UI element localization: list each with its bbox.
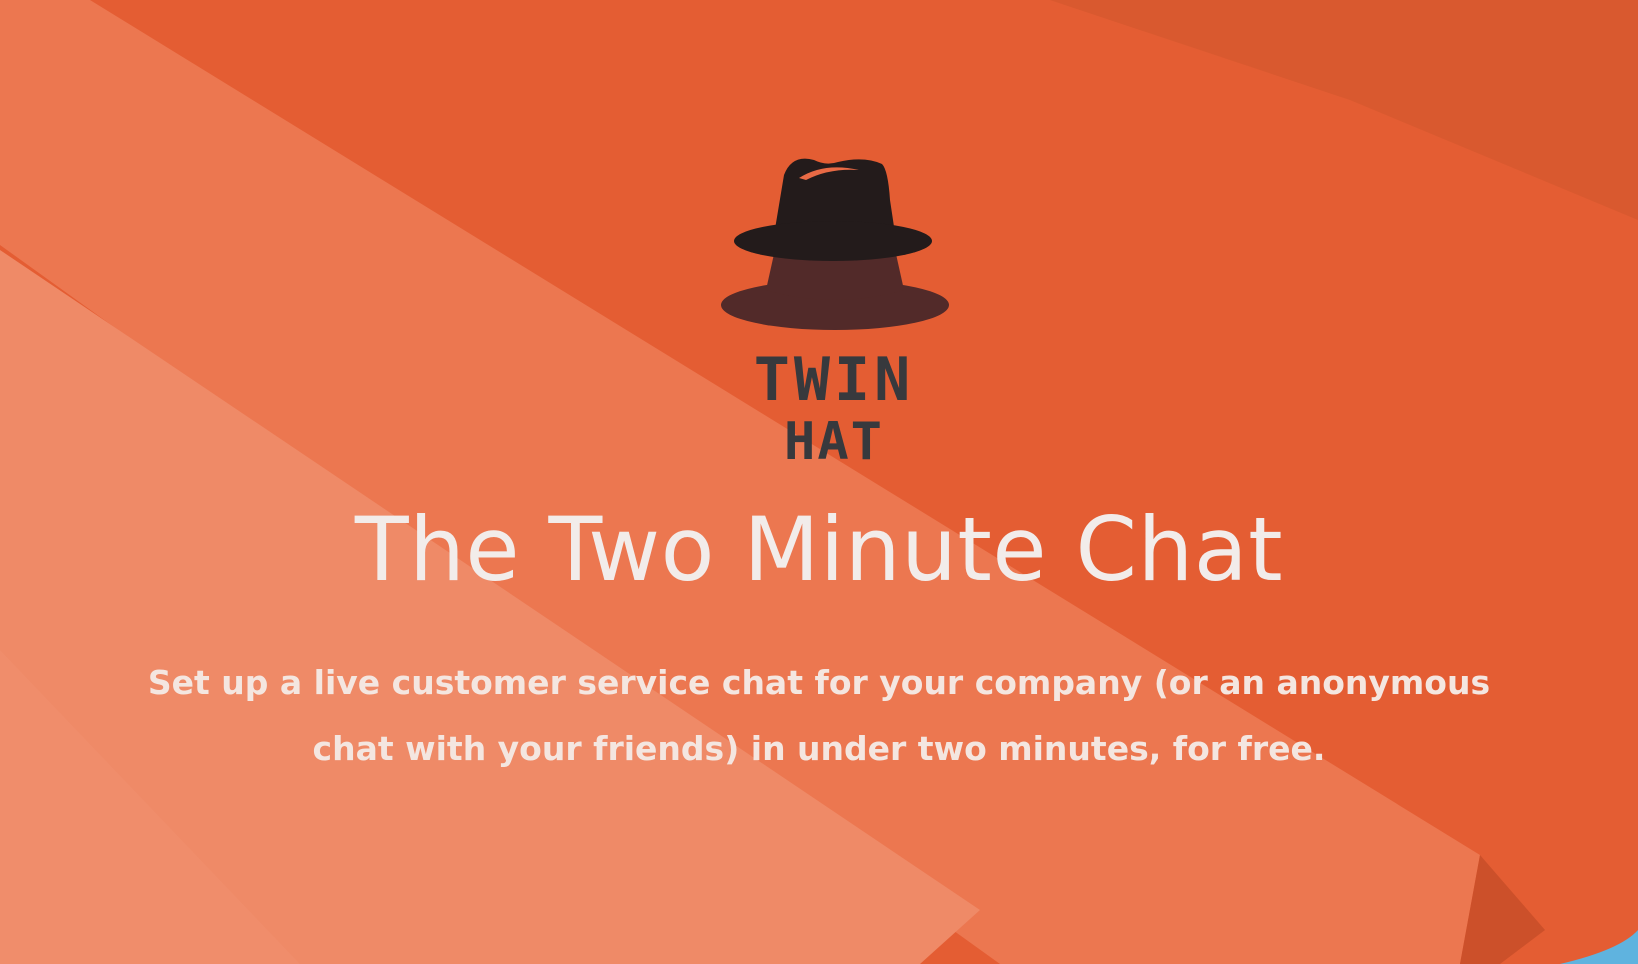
twin-hat-logo: TWIN HAT — [714, 150, 954, 470]
logo-word-twin: TWIN — [753, 345, 915, 415]
hero-title: The Two Minute Chat — [354, 498, 1284, 601]
hero-background — [0, 0, 1638, 964]
hero-subtitle: Set up a live customer service chat for … — [147, 663, 1491, 768]
logo-word-hat: HAT — [784, 412, 884, 472]
fedora-hat-icon — [721, 158, 949, 330]
hero-section: TWIN HAT The Two Minute Chat Set up a li… — [0, 0, 1638, 964]
